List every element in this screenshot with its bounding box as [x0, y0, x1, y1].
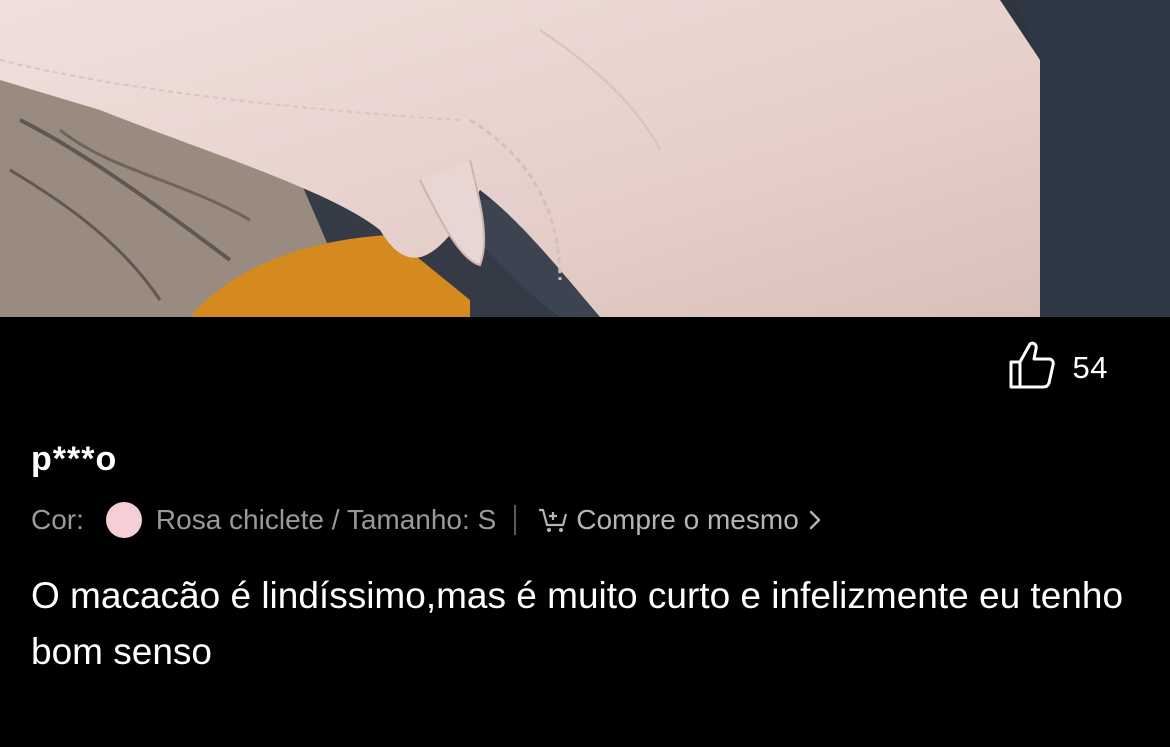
review-photo-image: [0, 0, 1170, 317]
thumbs-up-icon: [1009, 340, 1055, 395]
add-to-cart-icon: [539, 508, 568, 532]
review-text: O macacão é lindíssimo,mas é muito curto…: [31, 575, 1124, 672]
variant-text: Rosa chiclete / Tamanho: S: [155, 504, 497, 535]
like-count: 54: [1072, 349, 1108, 385]
buy-same-label: Compre o mesmo: [576, 504, 799, 535]
color-swatch: [105, 502, 142, 538]
like-button[interactable]: 54: [1009, 340, 1108, 395]
divider: [514, 505, 517, 535]
buy-same-button[interactable]: Compre o mesmo: [538, 504, 829, 536]
color-label: Cor:: [31, 504, 84, 535]
chevron-right-icon: [809, 510, 820, 530]
variant-info: Cor: Rosa chiclete / Tamanho: S Compre o…: [31, 500, 829, 540]
review-photo[interactable]: [0, 0, 1170, 317]
reviewer-name: p***o: [31, 440, 118, 478]
